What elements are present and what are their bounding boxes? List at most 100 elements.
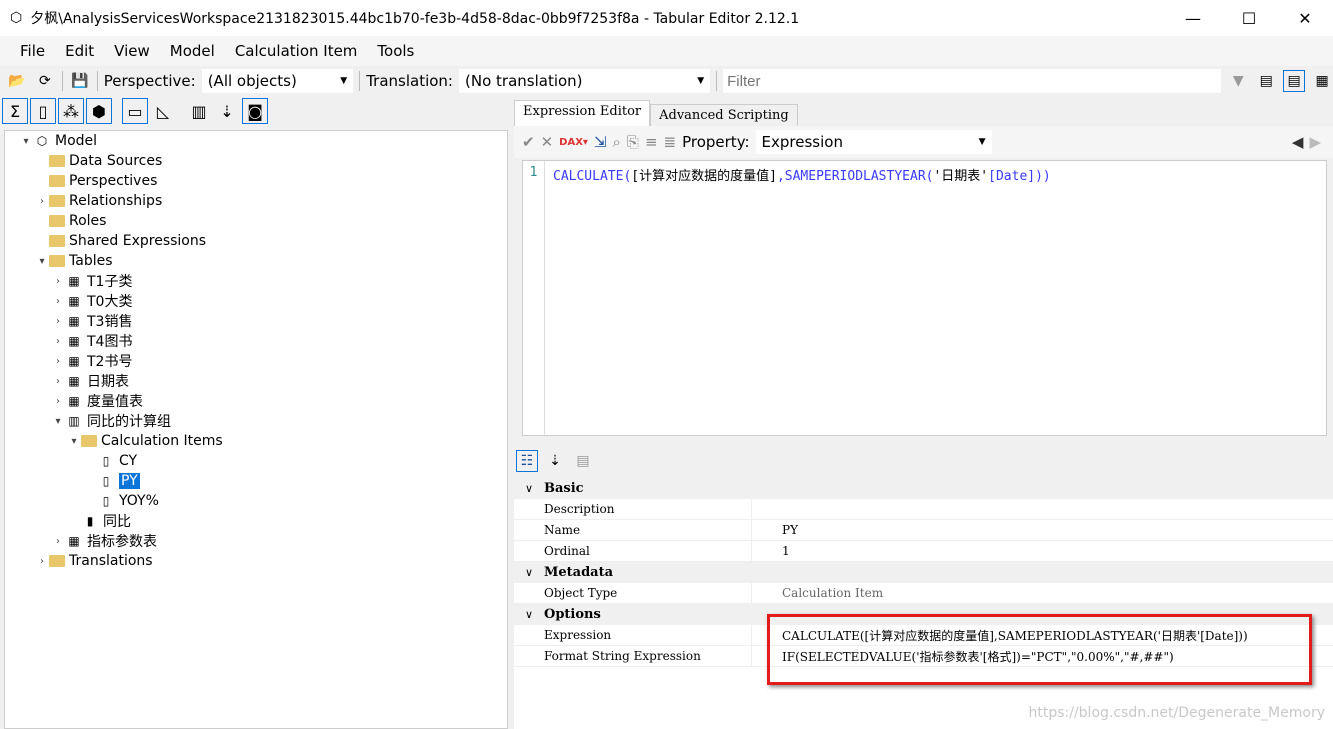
open-folder-icon[interactable]: 📂 [6,70,28,92]
folder-icon [49,175,65,187]
menu-file[interactable]: File [20,42,45,60]
menu-model[interactable]: Model [170,42,215,60]
tree-node[interactable]: › Relationships [5,191,507,211]
tree-node[interactable]: › ▦ T4图书 [5,331,507,351]
expand-icon[interactable]: › [51,316,65,327]
tree-node[interactable]: Perspectives [5,171,507,191]
collapse-icon[interactable]: ∨ [514,608,544,621]
column-icon[interactable]: ▯ [30,98,56,124]
metadata-icon[interactable]: ◙ [242,98,268,124]
model-tree[interactable]: ▾ ⬡ Model Data Sources Perspectives › Relation… [4,130,508,729]
property-row[interactable]: Description [514,499,1333,520]
tree-node-label: Translations [69,553,153,569]
hidden-icon[interactable]: ◺ [150,98,176,124]
property-pages-icon[interactable]: ▤ [572,450,594,472]
menu-edit[interactable]: Edit [65,42,94,60]
menu-calculation-item[interactable]: Calculation Item [235,42,358,60]
tree-node[interactable]: ▾ Tables [5,251,507,271]
expand-icon[interactable]: › [51,536,65,547]
accept-icon[interactable]: ✔ [522,133,535,151]
property-row[interactable]: Name PY [514,520,1333,541]
tree-node[interactable]: › ▦ 指标参数表 [5,531,507,551]
tab-expression-editor[interactable]: Expression Editor [514,100,651,126]
deploy-icon[interactable]: ⟳ [34,70,56,92]
property-name: Object Type [514,583,752,603]
property-category[interactable]: ∨ Basic [514,478,1333,499]
code-editor[interactable]: 1 CALCULATE([计算对应数据的度量值],SAMEPERIODLASTY… [522,160,1327,436]
tree-node[interactable]: › ▦ T2书号 [5,351,507,371]
cancel-icon[interactable]: ✕ [541,133,554,151]
tree-node[interactable]: ▾ ⬡ Model [5,131,507,151]
collapse-icon[interactable]: ▾ [19,136,33,147]
tree-node[interactable]: Roles [5,211,507,231]
collapse-icon[interactable]: ▾ [35,256,49,267]
expand-icon[interactable]: › [51,296,65,307]
replace-icon[interactable]: ⎘ [627,133,639,151]
comment-icon[interactable]: ≡ [645,133,658,151]
tree-node[interactable]: › ▦ T0大类 [5,291,507,311]
tree-node[interactable]: › Translations [5,551,507,571]
expand-icon[interactable]: › [51,336,65,347]
tree-node[interactable]: Shared Expressions [5,231,507,251]
perspective-select[interactable]: (All objects) ▼ [201,69,354,93]
expand-icon[interactable]: › [51,396,65,407]
layout-1-icon[interactable]: ▤ [1255,70,1277,92]
expand-icon[interactable]: › [51,376,65,387]
tree-node[interactable]: ▯ PY [5,471,507,491]
calc-table-icon: ▦ [68,374,80,388]
tree-node[interactable]: ▮ 同比 [5,511,507,531]
property-value[interactable]: 1 [752,544,790,558]
filter-icon[interactable]: ▼ [1227,70,1249,92]
tree-node[interactable]: › ▦ T1子类 [5,271,507,291]
categorized-icon[interactable]: ☷ [516,450,538,472]
property-row[interactable]: Object Type Calculation Item [514,583,1333,604]
tree-node[interactable]: › ▦ 日期表 [5,371,507,391]
sigma-icon[interactable]: Σ [2,98,28,124]
collapse-icon[interactable]: ∨ [514,482,544,495]
find-icon[interactable]: ⌕ [613,133,621,151]
expand-icon[interactable]: › [51,276,65,287]
tree-node[interactable]: › ▦ T3销售 [5,311,507,331]
maximize-button[interactable]: ☐ [1221,9,1277,28]
property-category[interactable]: ∨ Metadata [514,562,1333,583]
tab-advanced-scripting[interactable]: Advanced Scripting [650,104,798,126]
deps-icon[interactable]: ⇲ [594,133,607,151]
uncomment-icon[interactable]: ≣ [664,133,677,151]
tree-node[interactable]: ▯ YOY% [5,491,507,511]
collapse-icon[interactable]: ▾ [51,416,65,427]
property-row[interactable]: Ordinal 1 [514,541,1333,562]
save-icon[interactable]: 💾 [69,70,91,92]
tree-node[interactable]: ▯ CY [5,451,507,471]
minimize-button[interactable]: — [1165,9,1221,28]
close-button[interactable]: ✕ [1277,9,1333,28]
sort-az-icon[interactable]: ⇣ [214,98,240,124]
menu-view[interactable]: View [114,42,150,60]
back-icon[interactable]: ◀ [1292,133,1304,151]
display-folder-icon[interactable]: ▭ [122,98,148,124]
columns-icon[interactable]: ▥ [186,98,212,124]
alphabetical-icon[interactable]: ⇣ [544,450,566,472]
expand-icon[interactable]: › [51,356,65,367]
tree-node[interactable]: Data Sources [5,151,507,171]
property-name: Description [514,499,752,519]
layout-3-icon[interactable]: ▦ [1311,70,1333,92]
property-value[interactable]: PY [752,523,798,537]
forward-icon[interactable]: ▶ [1309,133,1321,151]
hierarchy-icon[interactable]: ⁂ [58,98,84,124]
filter-input[interactable] [723,69,1222,93]
tree-node-label: Perspectives [69,173,158,189]
layout-2-icon[interactable]: ▤ [1283,70,1306,92]
tree-node[interactable]: ▾ ▥ 同比的计算组 [5,411,507,431]
collapse-icon[interactable]: ▾ [67,436,81,447]
property-select[interactable]: Expression ▼ [755,130,992,154]
collapse-icon[interactable]: ∨ [514,566,544,579]
translation-select[interactable]: (No translation) ▼ [459,69,711,93]
expand-icon[interactable]: › [35,196,49,207]
expand-icon[interactable]: › [35,556,49,567]
menu-tools[interactable]: Tools [377,42,414,60]
dax-format-icon[interactable]: DAX▾ [559,137,588,148]
cube-icon[interactable]: ⬢ [86,98,112,124]
tree-node[interactable]: ▾ Calculation Items [5,431,507,451]
tree-node[interactable]: › ▦ 度量值表 [5,391,507,411]
property-value[interactable]: Calculation Item [752,586,883,600]
